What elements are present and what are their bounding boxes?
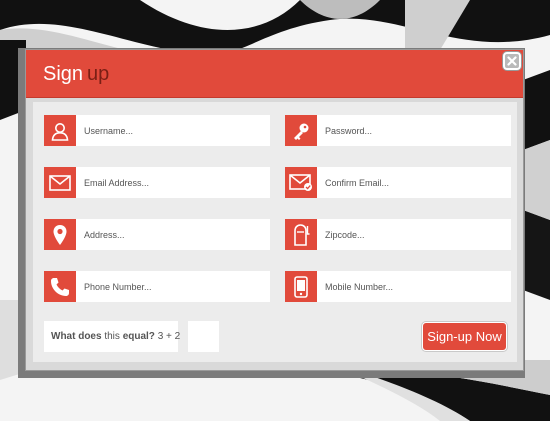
captcha-question: What does this equal? 3 + 2 (44, 321, 181, 352)
confirm-email-field (285, 167, 511, 198)
user-icon (44, 115, 76, 146)
email-field (44, 167, 270, 198)
modal-title: Sign up (43, 63, 109, 85)
captcha-expression: 3 + 2 (157, 331, 181, 342)
zipcode-field (285, 219, 511, 250)
title-word-up: up (87, 63, 110, 85)
confirm-email-input[interactable] (325, 167, 505, 198)
username-input[interactable] (84, 115, 264, 146)
email-input[interactable] (84, 167, 264, 198)
signup-submit-button[interactable]: Sign-up Now (422, 322, 507, 351)
signup-modal: Sign up Username... Email Address... Con… (26, 50, 523, 370)
phone-input[interactable] (84, 271, 264, 302)
mailbox-icon (285, 219, 317, 250)
captcha-what: What does (51, 331, 102, 342)
mobile-field (285, 271, 511, 302)
captcha-this: this (104, 331, 120, 342)
captcha-equal: equal? (122, 331, 155, 342)
close-icon (507, 56, 517, 66)
address-field (44, 219, 270, 250)
modal-header: Sign up (26, 50, 523, 98)
envelope-icon (44, 167, 76, 198)
envelope-check-icon (285, 167, 317, 198)
phone-field (44, 271, 270, 302)
map-pin-icon (44, 219, 76, 250)
address-input[interactable] (84, 219, 264, 250)
close-button[interactable] (503, 52, 521, 70)
mobile-input[interactable] (325, 271, 505, 302)
password-field (285, 115, 511, 146)
password-input[interactable] (325, 115, 505, 146)
title-word-sign: Sign (43, 63, 84, 85)
zipcode-input[interactable] (325, 219, 505, 250)
phone-icon (44, 271, 76, 302)
username-field (44, 115, 270, 146)
key-icon (285, 115, 317, 146)
mobile-icon (285, 271, 317, 302)
captcha-answer-input[interactable] (188, 321, 219, 352)
